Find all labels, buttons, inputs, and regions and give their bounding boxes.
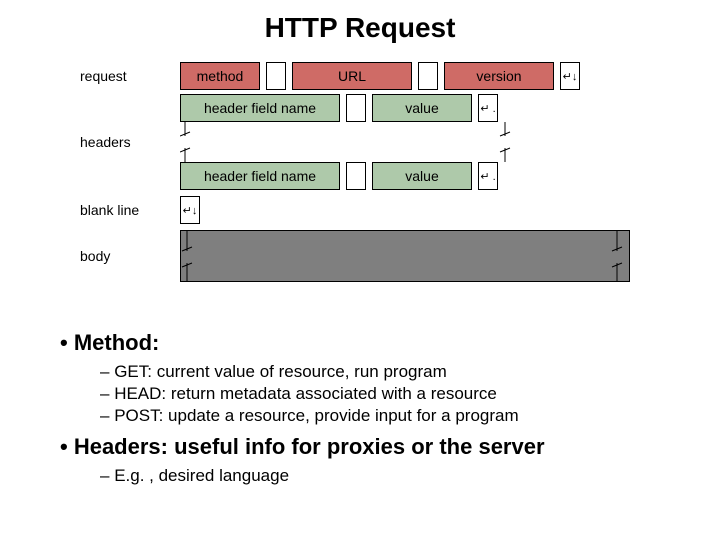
crlf-box: ↵ . [478,94,498,122]
header-row: header field name value ↵ . [80,94,630,122]
bullet-method-item: HEAD: return metadata associated with a … [100,384,680,404]
colon-box [346,162,366,190]
bullet-headers-item: E.g. , desired language [100,466,680,486]
bullet-headers: Headers: useful info for proxies or the … [60,434,680,460]
slide: HTTP Request request method URL version … [0,0,720,540]
request-row-label: request [80,68,180,84]
headers-row-label: headers [80,134,180,150]
body-row-label: body [80,248,180,264]
body-box [180,230,630,282]
header-name-box: header field name [180,94,340,122]
version-box: version [444,62,554,90]
http-structure-diagram: request method URL version ↵↓ header fie… [80,62,630,282]
space-box [266,62,286,90]
url-box: URL [292,62,412,90]
body-row: body [80,230,630,282]
space-box [418,62,438,90]
header-value-box: value [372,162,472,190]
bullet-list: Method: GET: current value of resource, … [60,330,680,488]
bullet-method-item: POST: update a resource, provide input f… [100,406,680,426]
method-box: method [180,62,260,90]
headers-gap: headers [80,122,630,162]
colon-box [346,94,366,122]
header-row: header field name value ↵ . [80,162,630,190]
request-row: request method URL version ↵↓ [80,62,630,90]
header-value-box: value [372,94,472,122]
crlf-box: ↵↓ [560,62,580,90]
header-name-box: header field name [180,162,340,190]
slide-title: HTTP Request [0,0,720,44]
blank-line-label: blank line [80,202,180,218]
crlf-box: ↵↓ [180,196,200,224]
blank-line-row: blank line ↵↓ [80,196,630,224]
crlf-box: ↵ . [478,162,498,190]
bullet-method-item: GET: current value of resource, run prog… [100,362,680,382]
bullet-method: Method: [60,330,680,356]
